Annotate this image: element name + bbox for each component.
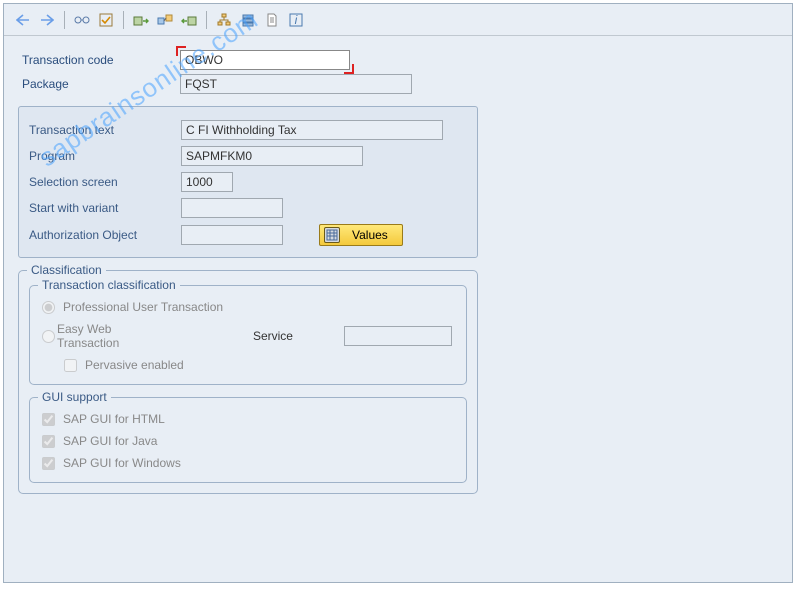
forward-icon[interactable] bbox=[36, 9, 58, 31]
check-gui-windows[interactable]: SAP GUI for Windows bbox=[40, 452, 456, 474]
label-program: Program bbox=[29, 149, 181, 163]
input-service bbox=[344, 326, 452, 346]
hierarchy-icon[interactable] bbox=[213, 9, 235, 31]
input-program bbox=[181, 146, 363, 166]
label-transaction-text: Transaction text bbox=[29, 123, 181, 137]
check-pervasive-label: Pervasive enabled bbox=[85, 358, 184, 372]
input-authorization-object bbox=[181, 225, 283, 245]
check-gui-html-input bbox=[42, 413, 55, 426]
group-program: Transaction text Program Selection scree… bbox=[18, 106, 478, 258]
label-start-with-variant: Start with variant bbox=[29, 201, 181, 215]
legend-classification: Classification bbox=[27, 263, 106, 277]
radio-professional-input bbox=[42, 301, 55, 314]
input-transaction-code[interactable] bbox=[180, 50, 350, 70]
radio-easy-web[interactable]: Easy Web Transaction Service bbox=[40, 318, 456, 354]
input-selection-screen bbox=[181, 172, 233, 192]
check-gui-html-label: SAP GUI for HTML bbox=[63, 412, 165, 426]
check-gui-html[interactable]: SAP GUI for HTML bbox=[40, 408, 456, 430]
radio-easy-web-input bbox=[42, 330, 55, 343]
values-button-label: Values bbox=[352, 228, 388, 242]
label-package: Package bbox=[22, 77, 180, 91]
check-pervasive-input bbox=[64, 359, 77, 372]
back-icon[interactable] bbox=[12, 9, 34, 31]
transport-out-icon[interactable] bbox=[178, 9, 200, 31]
link-icon[interactable] bbox=[154, 9, 176, 31]
check-gui-java-label: SAP GUI for Java bbox=[63, 434, 157, 448]
check-gui-windows-label: SAP GUI for Windows bbox=[63, 456, 181, 470]
label-authorization-object: Authorization Object bbox=[29, 228, 181, 242]
label-service: Service bbox=[253, 329, 344, 343]
fieldset-tx-classification: Transaction classification Professional … bbox=[29, 285, 467, 385]
input-transaction-text bbox=[181, 120, 443, 140]
row-package: Package bbox=[4, 72, 792, 96]
row-transaction-code: Transaction code bbox=[4, 48, 792, 72]
stack-icon[interactable] bbox=[237, 9, 259, 31]
label-selection-screen: Selection screen bbox=[29, 175, 181, 189]
toolbar: i bbox=[4, 4, 792, 36]
radio-easy-web-label: Easy Web Transaction bbox=[57, 322, 143, 350]
radio-professional-label: Professional User Transaction bbox=[63, 300, 223, 314]
check-icon[interactable] bbox=[95, 9, 117, 31]
check-gui-java-input bbox=[42, 435, 55, 448]
label-transaction-code: Transaction code bbox=[22, 53, 180, 67]
transport-in-icon[interactable] bbox=[130, 9, 152, 31]
glasses-icon[interactable] bbox=[71, 9, 93, 31]
values-button[interactable]: Values bbox=[319, 224, 403, 246]
fieldset-gui-support: GUI support SAP GUI for HTML SAP GUI for… bbox=[29, 397, 467, 483]
svg-text:i: i bbox=[295, 13, 298, 27]
check-pervasive[interactable]: Pervasive enabled bbox=[62, 354, 456, 376]
separator bbox=[64, 11, 65, 29]
document-icon[interactable] bbox=[261, 9, 283, 31]
input-start-with-variant bbox=[181, 198, 283, 218]
table-icon bbox=[324, 227, 340, 243]
separator bbox=[206, 11, 207, 29]
separator bbox=[123, 11, 124, 29]
info-icon[interactable]: i bbox=[285, 9, 307, 31]
legend-tx-classification: Transaction classification bbox=[38, 278, 180, 292]
check-gui-windows-input bbox=[42, 457, 55, 470]
check-gui-java[interactable]: SAP GUI for Java bbox=[40, 430, 456, 452]
input-package bbox=[180, 74, 412, 94]
radio-professional[interactable]: Professional User Transaction bbox=[40, 296, 456, 318]
fieldset-classification: Classification Transaction classificatio… bbox=[18, 270, 478, 494]
legend-gui-support: GUI support bbox=[38, 390, 111, 404]
